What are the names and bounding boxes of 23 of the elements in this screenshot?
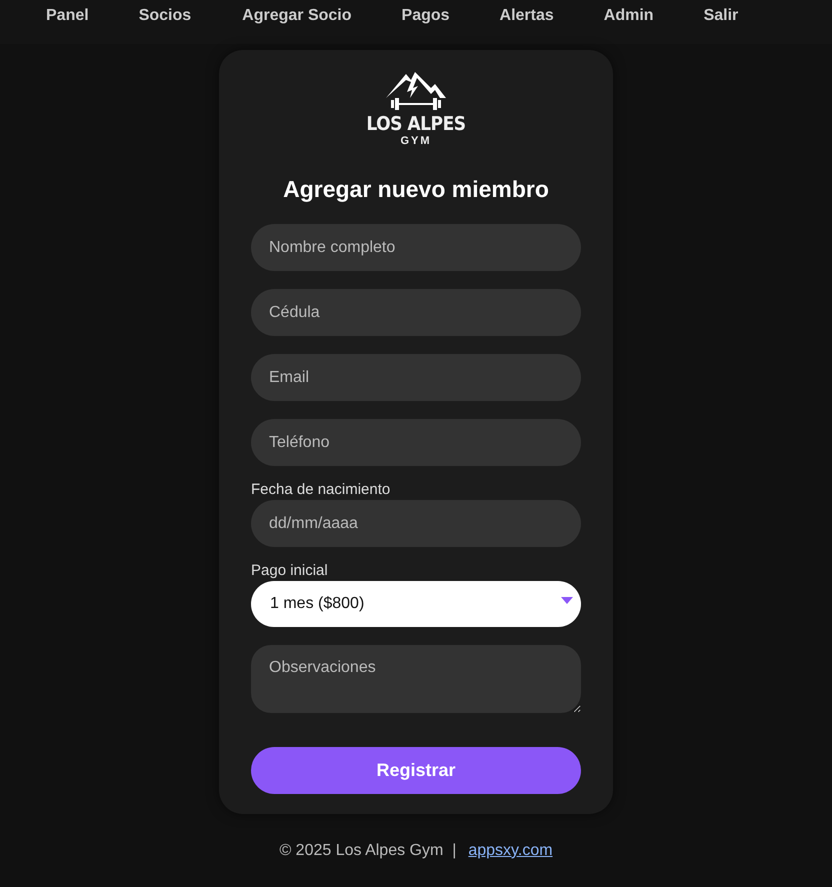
input-field[interactable]: Nombre completo — [251, 224, 581, 271]
logo-text: LOS ALPES — [366, 114, 466, 134]
nav-link[interactable]: Panel — [46, 0, 89, 44]
form-title: Agregar nuevo miembro — [282, 176, 550, 203]
logo-subtext: GYM — [400, 134, 432, 148]
nav-link[interactable]: Agregar Socio — [242, 0, 352, 44]
register-button[interactable]: Registrar — [251, 747, 581, 794]
nav-link[interactable]: Pagos — [402, 0, 450, 44]
nav-link[interactable]: Alertas — [500, 0, 554, 44]
nav-link[interactable]: Socios — [138, 0, 192, 44]
date-field[interactable]: dd/mm/aaaa — [251, 500, 581, 547]
footer-link[interactable]: appsxy.com — [468, 842, 553, 860]
caret-icon — [561, 596, 573, 604]
input-field[interactable]: Email — [251, 354, 581, 401]
field-label: Fecha de nacimiento — [251, 481, 392, 498]
nav-link[interactable]: Admin — [604, 0, 654, 44]
input-field[interactable]: Teléfono — [251, 419, 581, 466]
field-label: Pago inicial — [251, 562, 329, 579]
nav-link[interactable]: Salir — [704, 0, 738, 44]
notes-field[interactable]: Observaciones — [251, 645, 581, 713]
input-field[interactable]: Cédula — [251, 289, 581, 336]
payment-dropdown[interactable]: 1 mes ($800) — [251, 581, 581, 627]
copyright-text: © 2025 Los Alpes Gym | — [279, 842, 456, 860]
